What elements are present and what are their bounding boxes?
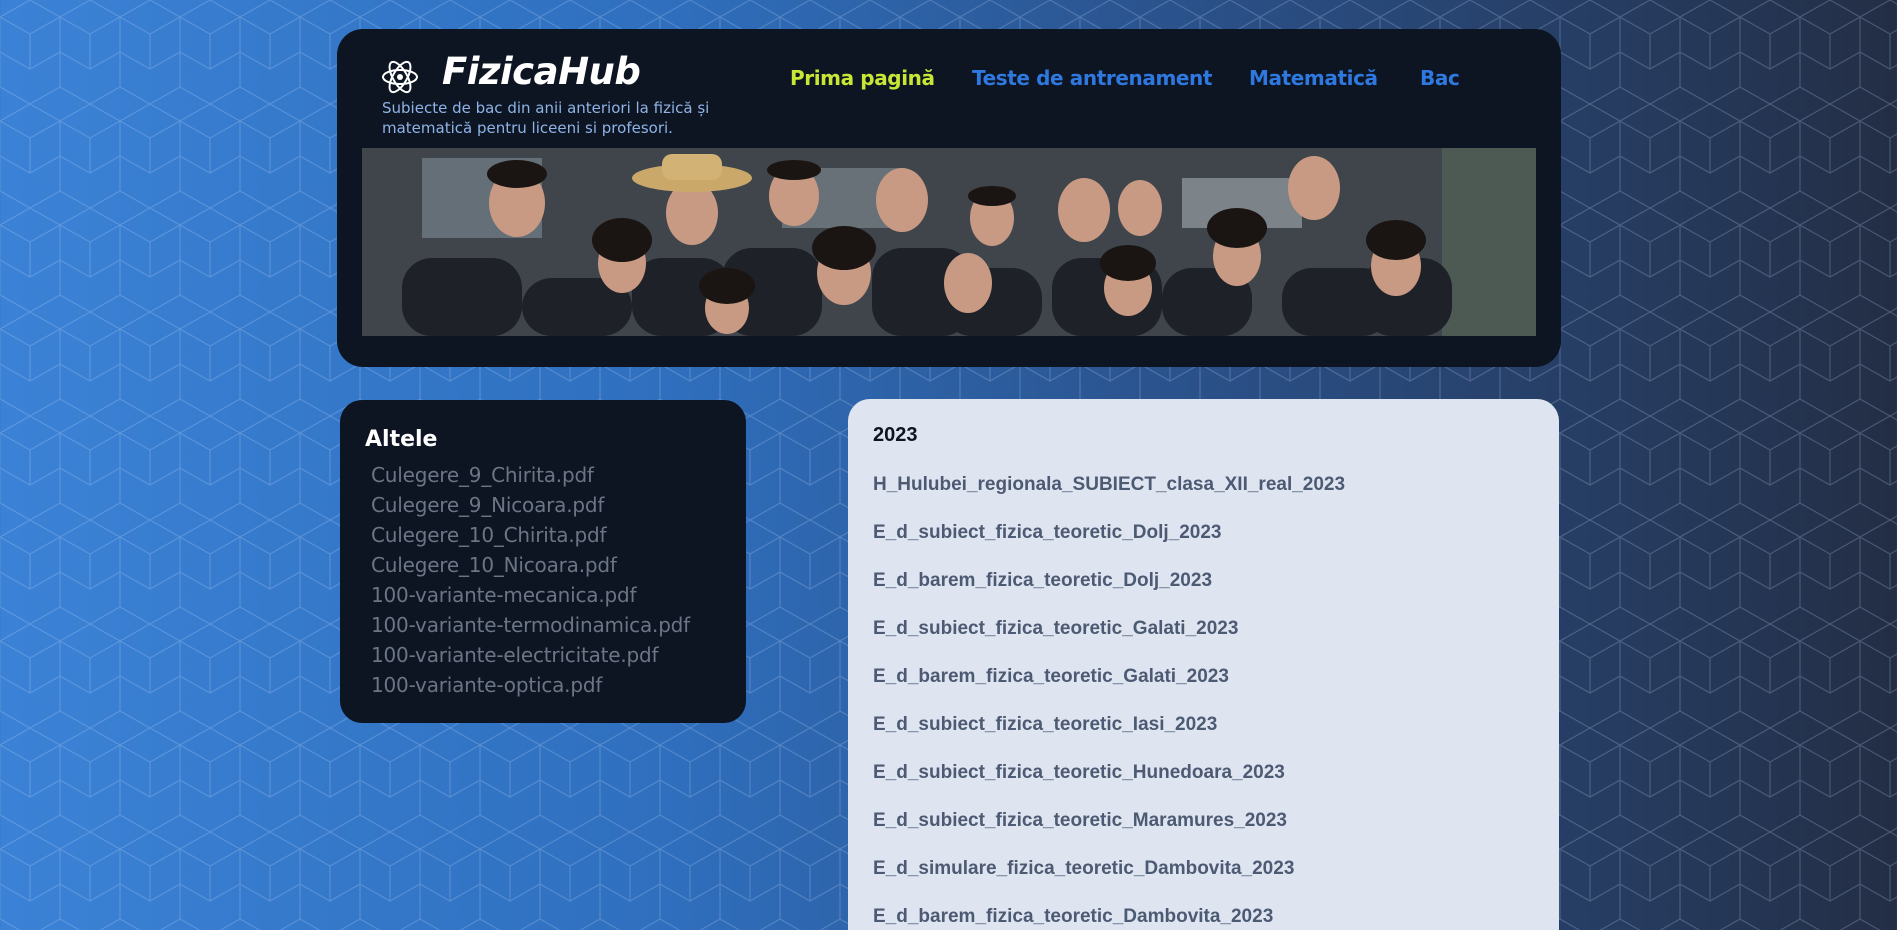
pdf-link-item[interactable]: 100-variante-electricitate.pdf bbox=[371, 640, 690, 670]
pdf-link-item[interactable]: Culegere_9_Nicoara.pdf bbox=[371, 490, 690, 520]
brand-title[interactable]: FizicaHub bbox=[442, 50, 641, 93]
pdf-link-item[interactable]: 100-variante-termodinamica.pdf bbox=[371, 610, 690, 640]
exam-file-link[interactable]: E_d_barem_fizica_teoretic_Dolj_2023 bbox=[873, 565, 1345, 613]
exam-file-link[interactable]: E_d_subiect_fizica_teoretic_Maramures_20… bbox=[873, 805, 1345, 853]
exam-files-list: H_Hulubei_regionala_SUBIECT_clasa_XII_re… bbox=[873, 469, 1345, 930]
exam-file-link[interactable]: H_Hulubei_regionala_SUBIECT_clasa_XII_re… bbox=[873, 469, 1345, 517]
other-resources-list: Culegere_9_Chirita.pdf Culegere_9_Nicoar… bbox=[371, 460, 690, 700]
exam-file-link[interactable]: E_d_subiect_fizica_teoretic_Hunedoara_20… bbox=[873, 757, 1345, 805]
exam-file-link[interactable]: E_d_barem_fizica_teoretic_Dambovita_2023 bbox=[873, 901, 1345, 930]
exam-file-link[interactable]: E_d_subiect_fizica_teoretic_Iasi_2023 bbox=[873, 709, 1345, 757]
year-heading: 2023 bbox=[873, 424, 918, 446]
banner-group-photo bbox=[362, 148, 1536, 336]
other-resources-title: Altele bbox=[365, 427, 438, 452]
exam-file-link[interactable]: E_d_subiect_fizica_teoretic_Galati_2023 bbox=[873, 613, 1345, 661]
pdf-link-item[interactable]: Culegere_10_Nicoara.pdf bbox=[371, 550, 690, 580]
nav-link-practice-tests[interactable]: Teste de antrenament bbox=[972, 66, 1212, 90]
brand-tagline: Subiecte de bac din anii anteriori la fi… bbox=[382, 99, 710, 137]
atom-icon[interactable] bbox=[380, 57, 420, 97]
nav-link-home[interactable]: Prima pagină bbox=[790, 66, 935, 90]
pdf-link-item[interactable]: 100-variante-optica.pdf bbox=[371, 670, 690, 700]
exam-file-link[interactable]: E_d_subiect_fizica_teoretic_Dolj_2023 bbox=[873, 517, 1345, 565]
exam-file-link[interactable]: E_d_simulare_fizica_teoretic_Dambovita_2… bbox=[873, 853, 1345, 901]
pdf-link-item[interactable]: Culegere_9_Chirita.pdf bbox=[371, 460, 690, 490]
nav-link-bac[interactable]: Bac bbox=[1420, 66, 1460, 90]
pdf-link-item[interactable]: 100-variante-mecanica.pdf bbox=[371, 580, 690, 610]
pdf-link-item[interactable]: Culegere_10_Chirita.pdf bbox=[371, 520, 690, 550]
exam-file-link[interactable]: E_d_barem_fizica_teoretic_Galati_2023 bbox=[873, 661, 1345, 709]
nav-link-math[interactable]: Matematică bbox=[1249, 66, 1378, 90]
